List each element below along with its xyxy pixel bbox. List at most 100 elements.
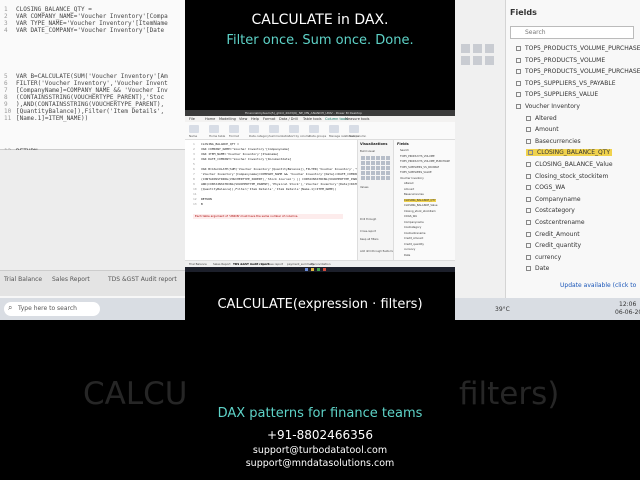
pbi-visual-type-icon[interactable]	[361, 176, 365, 180]
pbi-field-item[interactable]: Amount	[404, 188, 414, 191]
field-item[interactable]: Credit_Amount	[526, 231, 580, 238]
pbi-visual-type-icon[interactable]	[376, 156, 380, 160]
pbi-report-tab[interactable]: Trial Balance	[189, 262, 207, 266]
bg-tab-sales-report[interactable]: Sales Report	[52, 276, 90, 283]
checkbox-icon[interactable]	[526, 115, 531, 121]
checkbox-icon[interactable]	[526, 254, 531, 260]
checkbox-icon[interactable]	[526, 266, 531, 272]
pbi-visual-type-icon[interactable]	[381, 161, 385, 165]
field-item[interactable]: TOP5_SUPPLIERS_VALUE	[516, 91, 598, 98]
taskbar-app-icon[interactable]	[311, 268, 314, 271]
pbi-visual-type-icon[interactable]	[361, 156, 365, 160]
pbi-field-item[interactable]: COGS_WA	[404, 215, 417, 218]
pbi-field-item[interactable]: Closing_stock_stockitem	[404, 210, 436, 213]
pbi-ribbon-button[interactable]	[189, 125, 199, 133]
field-item[interactable]: Credit_quantity	[526, 242, 581, 249]
pbi-visual-type-icon[interactable]	[376, 171, 380, 175]
pbi-visual-type-icon[interactable]	[361, 166, 365, 170]
checkbox-icon[interactable]	[528, 150, 533, 156]
pbi-field-item[interactable]: Search	[400, 149, 409, 152]
pbi-visual-type-icon[interactable]	[366, 156, 370, 160]
pbi-visual-type-icon[interactable]	[361, 171, 365, 175]
pbi-field-item[interactable]: Credit_Amount	[404, 237, 423, 240]
pbi-report-tab[interactable]: Sales Report	[213, 262, 231, 266]
pbi-field-item[interactable]: TOP5_PRODUCTS_VOLUME_PURCHASE	[400, 160, 450, 163]
pbi-ribbon-button[interactable]	[209, 125, 219, 133]
checkbox-icon[interactable]	[526, 185, 531, 191]
pbi-field-item[interactable]: Basecurrencies	[404, 193, 424, 196]
pbi-visual-type-icon[interactable]	[386, 171, 390, 175]
viz-icon[interactable]	[473, 56, 482, 65]
field-item[interactable]: TOP5_PRODUCTS_VOLUME	[516, 57, 605, 64]
fields-search-input[interactable]: Search	[510, 26, 634, 39]
pbi-visual-type-icon[interactable]	[381, 171, 385, 175]
pbi-ribbon-button[interactable]	[329, 125, 339, 133]
field-item[interactable]: currency	[526, 254, 561, 261]
pbi-visual-type-icon[interactable]	[371, 161, 375, 165]
pbi-field-item[interactable]: Voucher Inventory	[400, 177, 424, 180]
field-item[interactable]: CLOSING_BALANCE_Value	[526, 161, 613, 168]
field-item[interactable]: Costcentrename	[526, 219, 585, 226]
taskbar-search-input[interactable]: Type here to search	[4, 302, 100, 316]
pbi-field-item[interactable]: Companyname	[404, 221, 424, 224]
pbi-report-tab[interactable]: Purchase report	[261, 262, 283, 266]
checkbox-icon[interactable]	[526, 231, 531, 237]
pbi-field-item[interactable]: currency	[404, 248, 415, 251]
taskbar-app-icon[interactable]	[305, 268, 308, 271]
field-item[interactable]: TOP5_SUPPLIERS_VS_PAYABLE	[516, 80, 615, 87]
checkbox-icon[interactable]	[526, 162, 531, 167]
pbi-report-tab[interactable]: payment_summary	[287, 262, 314, 266]
checkbox-icon[interactable]	[516, 104, 521, 109]
checkbox-icon[interactable]	[516, 92, 521, 98]
pbi-visual-type-icon[interactable]	[376, 176, 380, 180]
pbi-field-item[interactable]: Date	[404, 254, 410, 257]
checkbox-icon[interactable]	[526, 196, 531, 202]
field-item[interactable]: TOP5_PRODUCTS_VOLUME_PURCHASE	[516, 45, 640, 52]
field-item[interactable]: Altered	[526, 115, 557, 122]
pbi-visual-type-icon[interactable]	[371, 171, 375, 175]
field-item[interactable]: TOP5_PRODUCTS_VOLUME_PURCHASE	[516, 68, 640, 75]
field-item[interactable]: Costcategory	[526, 207, 575, 214]
pbi-visual-type-icon[interactable]	[366, 176, 370, 180]
checkbox-icon[interactable]	[526, 220, 531, 225]
checkbox-icon[interactable]	[516, 57, 521, 63]
update-notice[interactable]: Update available (click to	[560, 282, 636, 289]
bg-tab-trial-balance[interactable]: Trial Balance	[4, 276, 42, 283]
checkbox-icon[interactable]	[526, 138, 531, 144]
taskbar-app-icon[interactable]	[323, 268, 326, 271]
pbi-field-item[interactable]: Altered	[404, 182, 413, 185]
pbi-visual-type-icon[interactable]	[376, 161, 380, 165]
pbi-report-tab[interactable]: Reconciliation	[311, 262, 331, 266]
field-item[interactable]: Date	[526, 265, 549, 272]
pbi-ribbon-button[interactable]	[309, 125, 319, 133]
field-item[interactable]: Basecurrencies	[526, 138, 581, 145]
pbi-visual-type-icon[interactable]	[381, 176, 385, 180]
checkbox-icon[interactable]	[516, 46, 521, 51]
viz-icon[interactable]	[461, 44, 470, 53]
pbi-field-item[interactable]: TOP5_SUPPLIERS_VS_PAYABLE	[400, 166, 439, 169]
field-item[interactable]: Closing_stock_stockitem	[526, 173, 608, 180]
pbi-field-item[interactable]: Costcentrename	[404, 232, 425, 235]
pbi-ribbon-button[interactable]	[249, 125, 259, 133]
checkbox-icon[interactable]	[526, 243, 531, 249]
field-item[interactable]: COGS_WA	[526, 184, 565, 191]
viz-icon[interactable]	[473, 44, 482, 53]
field-item[interactable]: CLOSING_BALANCE_QTY	[526, 149, 613, 157]
field-item[interactable]: Companyname	[526, 196, 581, 203]
pbi-visual-type-icon[interactable]	[361, 161, 365, 165]
pbi-visual-type-icon[interactable]	[386, 166, 390, 170]
pbi-field-item[interactable]: CLOSING_BALANCE_QTY	[404, 198, 436, 202]
pbi-field-item[interactable]: CLOSING_BALANCE_Value	[404, 204, 438, 207]
viz-icon[interactable]	[485, 44, 494, 53]
pbi-visual-type-icon[interactable]	[366, 161, 370, 165]
checkbox-icon[interactable]	[516, 80, 521, 86]
pbi-visual-type-icon[interactable]	[386, 161, 390, 165]
taskbar-app-icon[interactable]	[317, 268, 320, 271]
pbi-visual-type-icon[interactable]	[371, 166, 375, 170]
bg-tab-tds-gst[interactable]: TDS &GST Audit report	[108, 276, 177, 283]
pbi-ribbon-button[interactable]	[229, 125, 239, 133]
pbi-ribbon-button[interactable]	[269, 125, 279, 133]
pbi-visual-type-icon[interactable]	[366, 166, 370, 170]
pbi-visual-type-icon[interactable]	[386, 156, 390, 160]
viz-icon[interactable]	[485, 56, 494, 65]
